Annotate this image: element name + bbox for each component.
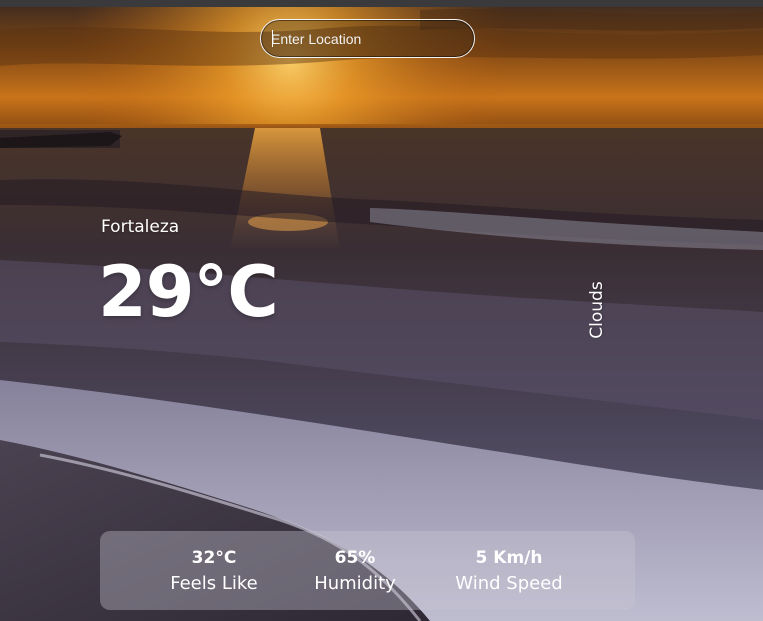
humidity-value: 65% (334, 548, 376, 568)
location-search (260, 19, 475, 58)
location-search-input[interactable] (260, 19, 475, 58)
weather-app: Fortaleza 29°C Clouds 32°C Feels Like 65… (0, 0, 763, 621)
text-cursor (272, 30, 273, 47)
current-temperature: 29°C (98, 251, 279, 333)
humidity-stat: 65% Humidity (314, 545, 396, 597)
wind-speed-stat: 5 Km/h Wind Speed (455, 545, 562, 597)
weather-details-panel: 32°C Feels Like 65% Humidity 5 Km/h Wind… (100, 531, 635, 610)
feels-like-value: 32°C (191, 548, 237, 568)
window-top-bar (0, 0, 763, 7)
humidity-label: Humidity (314, 573, 396, 594)
feels-like-label: Feels Like (170, 573, 258, 594)
feels-like-stat: 32°C Feels Like (170, 545, 258, 597)
wind-speed-label: Wind Speed (455, 573, 563, 594)
wind-speed-value: 5 Km/h (475, 548, 543, 568)
location-name: Fortaleza (101, 217, 180, 237)
weather-condition: Clouds (587, 281, 607, 339)
